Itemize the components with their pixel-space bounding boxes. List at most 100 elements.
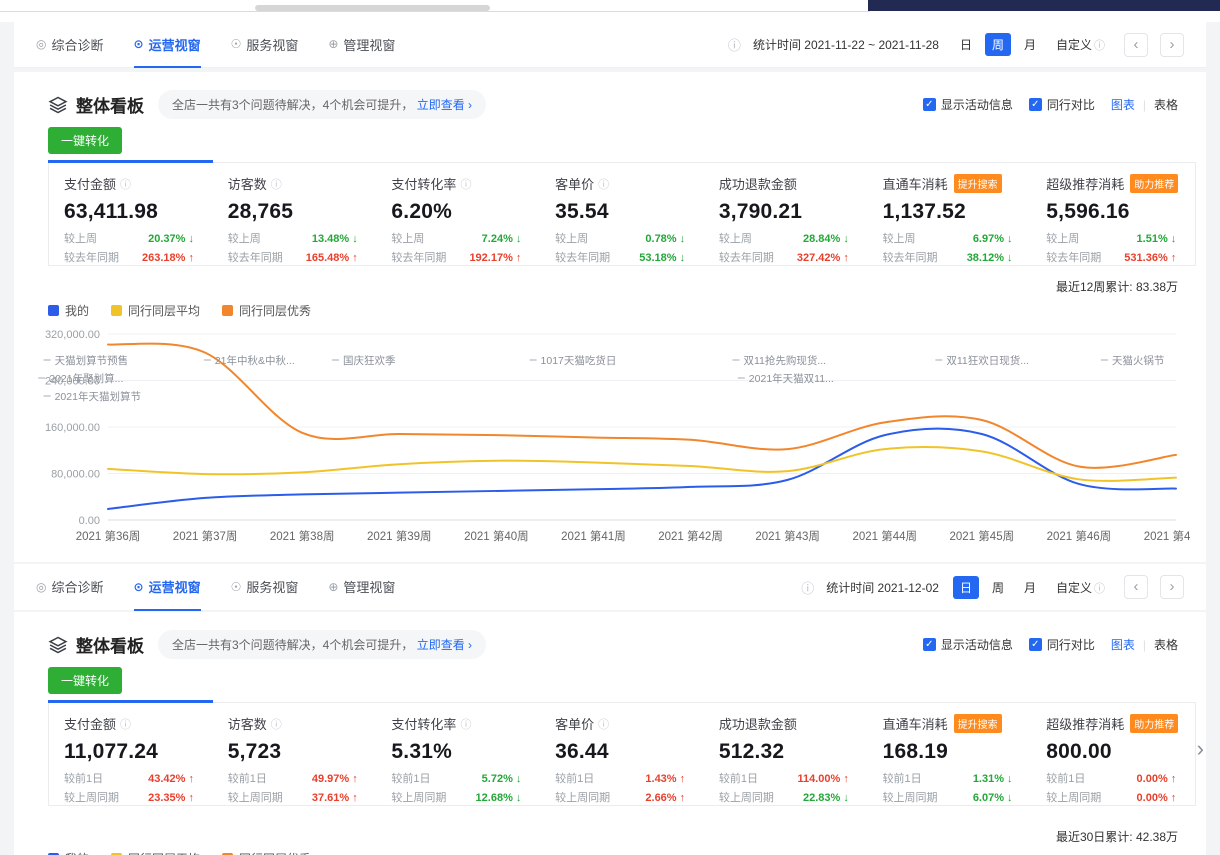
board-header-options: ✓ 显示活动信息 ✓ 同行对比 图表 | 表格 <box>923 636 1178 653</box>
notice-link[interactable]: 立即查看 › <box>417 638 472 652</box>
metric-value: 5,596.16 <box>1046 200 1189 224</box>
metric-title: 支付转化率 <box>391 714 456 733</box>
compare-label: 较上周同期 <box>719 789 774 808</box>
compare-label: 较去年同期 <box>883 249 938 268</box>
line-series-2 <box>108 447 1176 481</box>
next-period-button[interactable]: › <box>1160 33 1184 57</box>
compare-label: 较上周 <box>883 230 916 249</box>
checkbox-show-activity[interactable]: ✓ 显示活动信息 <box>923 96 1013 113</box>
tab-management[interactable]: ⊕管理视窗 <box>328 22 395 68</box>
metric-title: 成功退款金额 <box>719 714 797 733</box>
tab-management[interactable]: ⊕管理视窗 <box>328 564 395 611</box>
operations-tab-icon: ⊙ <box>134 37 144 51</box>
one-key-convert-button[interactable]: 一键转化 <box>48 127 122 154</box>
metric-card-zhitongche-cost[interactable]: 直通车消耗提升搜索1,137.52较上周6.97% ↓较去年同期38.12% ↓ <box>868 163 1032 277</box>
tab-service[interactable]: ☉服务视窗 <box>231 564 299 611</box>
metric-title-row: 超级推荐消耗助力推荐 <box>1046 174 1189 193</box>
info-icon[interactable]: ⓘ <box>271 176 282 192</box>
layers-icon <box>48 635 68 655</box>
date-range-group: 日周月自定义ⓘ <box>953 576 1112 599</box>
metric-card-visitors[interactable]: 访客数ⓘ28,765较上周13.48% ↓较去年同期165.48% ↑ <box>213 163 377 277</box>
info-icon[interactable]: ⓘ <box>598 176 609 192</box>
promo-badge[interactable]: 助力推荐 <box>1130 714 1178 733</box>
legend-item[interactable]: 同行同层优秀 <box>222 302 311 319</box>
metric-card-super-recommend-cost[interactable]: 超级推荐消耗助力推荐5,596.16较上周1.51% ↓较去年同期531.36%… <box>1031 163 1195 277</box>
legend-item[interactable]: 我的 <box>48 302 89 319</box>
promo-badge[interactable]: 助力推荐 <box>1130 174 1178 193</box>
info-icon[interactable]: ⓘ <box>598 716 609 732</box>
info-icon[interactable]: ⓘ <box>460 176 471 192</box>
diagnosis-tab-icon: ◎ <box>36 580 46 594</box>
checkbox-show-activity[interactable]: ✓ 显示活动信息 <box>923 636 1013 653</box>
legend-item[interactable]: 同行同层平均 <box>111 850 200 855</box>
metric-card-super-recommend-cost[interactable]: 超级推荐消耗助力推荐800.00较前1日0.00% ↑较上周同期0.00% ↑ <box>1031 703 1195 817</box>
metric-card-payment-amount[interactable]: 支付金额ⓘ11,077.24较前1日43.42% ↑较上周同期23.35% ↑ <box>49 703 213 817</box>
next-period-button[interactable]: › <box>1160 575 1184 599</box>
metric-card-avg-order-value[interactable]: 客单价ⓘ35.54较上周0.78% ↓较去年同期53.18% ↓ <box>540 163 704 277</box>
legend-item[interactable]: 我的 <box>48 850 89 855</box>
range-custom-button[interactable]: 自定义ⓘ <box>1049 576 1112 599</box>
range-month-button[interactable]: 月 <box>1017 576 1043 599</box>
tab-service[interactable]: ☉服务视窗 <box>231 22 299 68</box>
checkbox-peer-compare[interactable]: ✓ 同行对比 <box>1029 96 1095 113</box>
legend-item[interactable]: 同行同层平均 <box>111 302 200 319</box>
range-month-button[interactable]: 月 <box>1017 33 1043 56</box>
range-week-button[interactable]: 周 <box>985 33 1011 56</box>
view-table-link[interactable]: 表格 <box>1154 96 1178 113</box>
one-key-convert-button[interactable]: 一键转化 <box>48 667 122 694</box>
tab-label: 管理视窗 <box>343 35 395 54</box>
metric-card-zhitongche-cost[interactable]: 直通车消耗提升搜索168.19较前1日1.31% ↓较上周同期6.07% ↓ <box>868 703 1032 817</box>
range-custom-button[interactable]: 自定义ⓘ <box>1049 33 1112 56</box>
view-chart-link[interactable]: 图表 <box>1111 636 1135 653</box>
metric-card-avg-order-value[interactable]: 客单价ⓘ36.44较前1日1.43% ↑较上周同期2.66% ↑ <box>540 703 704 817</box>
y-tick-label: 80,000.00 <box>51 469 100 481</box>
range-week-button[interactable]: 周 <box>985 576 1011 599</box>
prev-period-button[interactable]: ‹ <box>1124 575 1148 599</box>
compare-row: 较前1日43.42% ↑ <box>64 770 194 789</box>
range-day-button[interactable]: 日 <box>953 33 979 56</box>
info-icon[interactable]: ⓘ <box>271 716 282 732</box>
info-icon[interactable]: ⓘ <box>120 176 131 192</box>
metric-title: 支付金额 <box>64 174 116 193</box>
checkbox-peer-compare[interactable]: ✓ 同行对比 <box>1029 636 1095 653</box>
notice-text: 全店一共有3个问题待解决，4个机会可提升， <box>172 638 413 652</box>
tab-group: ◎综合诊断 ⊙运营视窗 ☉服务视窗 ⊕管理视窗 <box>36 22 395 67</box>
event-annotation: 国庆狂欢季 <box>343 354 396 367</box>
compare-label: 较前1日 <box>64 770 103 789</box>
compare-value: 37.61% ↑ <box>312 789 358 808</box>
y-tick-label: 320,000.00 <box>45 329 100 341</box>
tab-label: 综合诊断 <box>51 35 103 54</box>
metrics-next-arrow[interactable]: › <box>1197 736 1204 762</box>
dashboard-panel-weekly: 整体看板 全店一共有3个问题待解决，4个机会可提升， 立即查看 › ✓ 显示活动… <box>14 72 1206 562</box>
metric-card-refund-amount[interactable]: 成功退款金额3,790.21较上周28.84% ↓较去年同期327.42% ↑ <box>704 163 868 277</box>
metric-title-row: 支付金额ⓘ <box>64 174 207 193</box>
info-icon[interactable]: ⓘ <box>120 716 131 732</box>
metric-card-conversion-rate[interactable]: 支付转化率ⓘ6.20%较上周7.24% ↓较去年同期192.17% ↑ <box>376 163 540 277</box>
compare-row: 较上周同期6.07% ↓ <box>883 789 1013 808</box>
info-icon[interactable]: ⓘ <box>801 578 814 597</box>
notice-link[interactable]: 立即查看 › <box>417 98 472 112</box>
metric-card-payment-amount[interactable]: 支付金额ⓘ63,411.98较上周20.37% ↓较去年同期263.18% ↑ <box>49 163 213 277</box>
tab-diagnosis[interactable]: ◎综合诊断 <box>36 22 104 68</box>
x-tick-label: 2021 第38周 <box>270 529 335 543</box>
view-mode-toggle: 图表 | 表格 <box>1111 96 1178 113</box>
metric-card-refund-amount[interactable]: 成功退款金额512.32较前1日114.00% ↑较上周同期22.83% ↓ <box>704 703 868 817</box>
range-day-button[interactable]: 日 <box>953 576 979 599</box>
promo-badge[interactable]: 提升搜索 <box>954 174 1002 193</box>
tab-diagnosis[interactable]: ◎综合诊断 <box>36 564 104 611</box>
legend-item[interactable]: 同行同层优秀 <box>222 850 311 855</box>
tab-operations[interactable]: ⊙运营视窗 <box>134 564 201 611</box>
info-icon[interactable]: ⓘ <box>460 716 471 732</box>
info-icon[interactable]: ⓘ <box>728 35 741 54</box>
compare-row: 较前1日1.43% ↑ <box>555 770 685 789</box>
promo-badge[interactable]: 提升搜索 <box>954 714 1002 733</box>
compare-label: 较上周 <box>228 230 261 249</box>
tab-operations[interactable]: ⊙运营视窗 <box>134 22 201 68</box>
metric-card-conversion-rate[interactable]: 支付转化率ⓘ5.31%较前1日5.72% ↓较上周同期12.68% ↓ <box>376 703 540 817</box>
view-table-link[interactable]: 表格 <box>1154 636 1178 653</box>
prev-period-button[interactable]: ‹ <box>1124 33 1148 57</box>
period-total-label: 最近12周累计: 83.38万 <box>1056 278 1178 295</box>
compare-label: 较前1日 <box>228 770 267 789</box>
view-chart-link[interactable]: 图表 <box>1111 96 1135 113</box>
metric-card-visitors[interactable]: 访客数ⓘ5,723较前1日49.97% ↑较上周同期37.61% ↑ <box>213 703 377 817</box>
